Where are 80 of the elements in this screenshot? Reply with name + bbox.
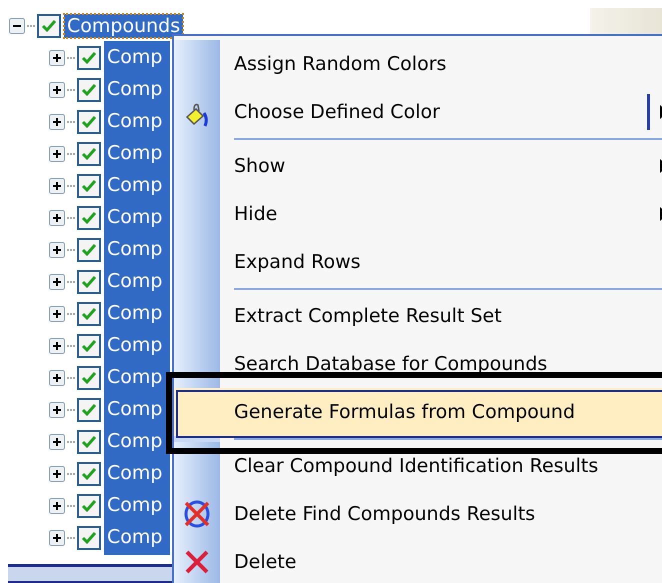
tree-item[interactable]: Comp [104,489,170,523]
checkbox[interactable] [77,174,101,198]
expand-icon[interactable] [49,498,65,514]
tree-item[interactable]: Comp [104,73,170,107]
checkbox[interactable] [77,334,101,358]
tree-item[interactable]: Comp [104,297,170,331]
menu-item[interactable]: Clear Compound Identification Results [174,442,662,490]
checkbox[interactable] [77,462,101,486]
menu-item[interactable]: Search Database for Compounds [174,340,662,388]
tree-item[interactable]: Comp [104,361,170,395]
tree-item[interactable]: Compounds [64,14,184,38]
tree-item[interactable]: Comp [104,137,170,171]
checkmark-icon [81,530,97,546]
tree-item[interactable]: Comp [104,105,170,139]
checkbox[interactable] [37,14,61,38]
tree-item[interactable]: Comp [104,521,170,555]
paint-bucket-icon [184,101,210,129]
checkmark-icon [81,82,97,98]
tree-item[interactable]: Comp [104,265,170,299]
checkmark-icon [81,178,97,194]
menu-item[interactable]: Assign Random Colors [174,40,662,88]
checkmark-icon [81,434,97,450]
tree-item[interactable]: Comp [104,201,170,235]
expand-icon[interactable] [49,50,65,66]
tree-item[interactable]: Comp [104,233,170,267]
tree-item[interactable]: Comp [104,329,170,363]
checkbox[interactable] [77,526,101,550]
checkmark-icon [81,50,97,66]
checkmark-icon [81,498,97,514]
checkmark-icon [81,146,97,162]
expand-icon[interactable] [49,242,65,258]
column-header [590,8,662,34]
checkbox[interactable] [77,206,101,230]
expand-icon[interactable] [49,370,65,386]
menu-item[interactable]: Show [174,142,662,190]
checkmark-icon [81,210,97,226]
checkbox[interactable] [77,302,101,326]
checkbox[interactable] [77,430,101,454]
checkbox[interactable] [77,366,101,390]
checkmark-icon [81,370,97,386]
checkbox[interactable] [77,78,101,102]
checkbox[interactable] [77,110,101,134]
menu-item[interactable]: Hide [174,190,662,238]
menu-item[interactable]: Choose Defined Color [174,88,662,142]
expand-icon[interactable] [49,306,65,322]
checkmark-icon [81,466,97,482]
delete-icon [183,548,211,576]
menu-item[interactable]: Delete [174,538,662,583]
expand-icon[interactable] [49,466,65,482]
checkmark-icon [81,338,97,354]
menu-item[interactable]: Delete Find Compounds Results [174,490,662,538]
checkmark-icon [81,242,97,258]
checkbox[interactable] [77,46,101,70]
expand-icon[interactable] [49,114,65,130]
expand-icon[interactable] [49,530,65,546]
collapse-icon[interactable] [9,18,25,34]
checkmark-icon [41,18,57,34]
expand-icon[interactable] [49,338,65,354]
checkbox[interactable] [77,494,101,518]
tree-item[interactable]: Comp [104,457,170,491]
expand-icon[interactable] [49,82,65,98]
checkbox[interactable] [77,238,101,262]
checkbox[interactable] [77,270,101,294]
crossed-out-icon [183,500,211,528]
expand-icon[interactable] [49,178,65,194]
checkbox[interactable] [77,142,101,166]
tree-item[interactable]: Comp [104,41,170,75]
checkmark-icon [81,306,97,322]
checkmark-icon [81,274,97,290]
expand-icon[interactable] [49,146,65,162]
expand-icon[interactable] [49,274,65,290]
expand-icon[interactable] [49,434,65,450]
checkmark-icon [81,402,97,418]
menu-item[interactable]: Extract Complete Result Set [174,292,662,340]
expand-icon[interactable] [49,210,65,226]
checkmark-icon [81,114,97,130]
tree-item[interactable]: Comp [104,169,170,203]
menu-item[interactable]: Expand Rows [174,238,662,292]
checkbox[interactable] [77,398,101,422]
expand-icon[interactable] [49,402,65,418]
